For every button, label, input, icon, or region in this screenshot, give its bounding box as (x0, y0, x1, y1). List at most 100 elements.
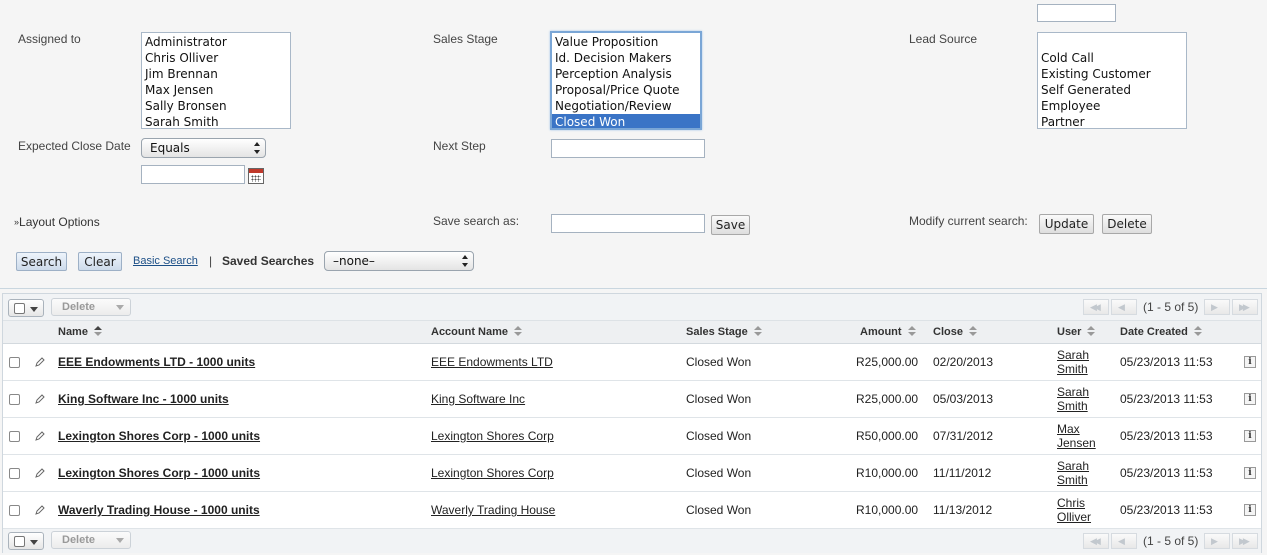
user-last-name: Smith (1057, 399, 1088, 413)
sales-stage-option[interactable]: Id. Decision Makers (552, 50, 700, 66)
page-count: (1 - 5 of 5) (1143, 300, 1199, 314)
separator: | (209, 254, 213, 268)
column-header-date-created[interactable]: Date Created (1120, 326, 1202, 338)
pencil-icon[interactable] (34, 393, 46, 405)
lead-source-option[interactable] (1038, 34, 1186, 50)
user-link[interactable]: Sarah Smith (1057, 459, 1089, 487)
assigned-to-listbox[interactable]: Administrator Chris Olliver Jim Brennan … (141, 32, 291, 129)
amount-cell: R25,000.00 (856, 355, 919, 369)
sales-stage-cell: Closed Won (686, 466, 752, 480)
user-link[interactable]: Chris Olliver (1057, 496, 1091, 524)
row-checkbox[interactable] (9, 357, 20, 368)
update-search-button[interactable]: Update (1039, 214, 1094, 234)
assigned-to-option[interactable]: Max Jensen (142, 82, 290, 98)
info-icon[interactable]: i (1244, 467, 1256, 479)
lead-source-option[interactable]: Employee (1038, 98, 1186, 114)
next-step-input[interactable] (551, 139, 705, 158)
info-icon[interactable]: i (1244, 430, 1256, 442)
column-header-name[interactable]: Name (58, 326, 102, 338)
sales-stage-listbox[interactable]: Value Proposition Id. Decision Makers Pe… (550, 31, 702, 130)
column-header-sales-stage[interactable]: Sales Stage (686, 326, 762, 338)
account-name-link[interactable]: Lexington Shores Corp (431, 466, 554, 480)
account-name-link[interactable]: King Software Inc (431, 392, 525, 406)
sales-stage-label: Sales Stage (433, 32, 498, 46)
sales-stage-option[interactable]: Negotiation/Review (552, 98, 700, 114)
sales-stage-option[interactable]: Perception Analysis (552, 66, 700, 82)
user-link[interactable]: Sarah Smith (1057, 348, 1089, 376)
sort-icon (753, 326, 762, 336)
next-page-button[interactable]: ▶ (1204, 533, 1230, 549)
sales-stage-option-selected[interactable]: Closed Won (552, 114, 700, 128)
info-icon[interactable]: i (1244, 393, 1256, 405)
close-date-cell: 11/13/2012 (933, 503, 993, 517)
row-checkbox[interactable] (9, 431, 20, 442)
previous-page-button[interactable]: ◀ (1111, 299, 1137, 315)
expected-close-date-input[interactable] (141, 165, 245, 184)
column-header-user[interactable]: User (1057, 326, 1096, 338)
user-link[interactable]: Sarah Smith (1057, 385, 1089, 413)
next-page-button[interactable]: ▶ (1204, 299, 1230, 315)
layout-options-toggle[interactable]: »Layout Options (14, 215, 100, 229)
saved-searches-select[interactable]: –none– (324, 251, 474, 271)
assigned-to-option[interactable]: Jim Brennan (142, 66, 290, 82)
opportunity-name-link[interactable]: EEE Endowments LTD - 1000 units (58, 355, 255, 369)
account-name-link[interactable]: Waverly Trading House (431, 503, 555, 517)
calendar-icon[interactable] (248, 168, 264, 184)
first-page-button[interactable]: ◀◀ (1083, 533, 1109, 549)
search-button[interactable]: Search (16, 252, 67, 271)
account-name-link[interactable]: Lexington Shores Corp (431, 429, 554, 443)
list-toolbar-bottom: Delete ◀◀ ◀ (1 - 5 of 5) ▶ ▶▶ (3, 529, 1261, 553)
first-page-button[interactable]: ◀◀ (1083, 299, 1109, 315)
lead-source-listbox[interactable]: Cold Call Existing Customer Self Generat… (1037, 32, 1187, 129)
sales-stage-option[interactable]: Value Proposition (552, 34, 700, 50)
last-page-icon: ▶▶ (1239, 302, 1250, 312)
amount-cell: R50,000.00 (856, 429, 919, 443)
lead-source-option[interactable]: Partner (1038, 114, 1186, 128)
column-header-close[interactable]: Close (933, 326, 977, 338)
mass-delete-button[interactable]: Delete (51, 531, 131, 549)
last-page-button[interactable]: ▶▶ (1232, 299, 1258, 315)
user-first-name: Sarah (1057, 459, 1090, 473)
assigned-to-option[interactable]: Administrator (142, 34, 290, 50)
row-checkbox[interactable] (9, 394, 20, 405)
assigned-to-option[interactable]: Chris Olliver (142, 50, 290, 66)
column-header-amount[interactable]: Amount (860, 326, 916, 338)
basic-search-link[interactable]: Basic Search (133, 255, 198, 267)
row-checkbox[interactable] (9, 505, 20, 516)
sales-stage-cell: Closed Won (686, 355, 752, 369)
pencil-icon[interactable] (34, 356, 46, 368)
previous-page-icon: ◀ (1118, 536, 1125, 546)
previous-page-button[interactable]: ◀ (1111, 533, 1137, 549)
pencil-icon[interactable] (34, 504, 46, 516)
column-header-account-name[interactable]: Account Name (431, 326, 523, 338)
chevron-down-icon (30, 307, 38, 312)
lead-source-option[interactable]: Self Generated (1038, 82, 1186, 98)
select-all-dropdown[interactable] (8, 299, 44, 317)
save-search-as-input[interactable] (551, 214, 705, 233)
last-page-button[interactable]: ▶▶ (1232, 533, 1258, 549)
clear-button[interactable]: Clear (78, 252, 122, 271)
info-icon[interactable]: i (1244, 356, 1256, 368)
row-checkbox[interactable] (9, 468, 20, 479)
user-link[interactable]: Max Jensen (1057, 422, 1096, 450)
assigned-to-option[interactable]: Sally Bronsen (142, 98, 290, 114)
assigned-to-option[interactable]: Sarah Smith (142, 114, 290, 128)
save-search-button[interactable]: Save (711, 215, 750, 235)
pencil-icon[interactable] (34, 430, 46, 442)
sales-stage-option[interactable]: Proposal/Price Quote (552, 82, 700, 98)
lead-source-top-input[interactable] (1037, 4, 1116, 22)
opportunity-name-link[interactable]: Lexington Shores Corp - 1000 units (58, 466, 260, 480)
lead-source-option[interactable]: Existing Customer (1038, 66, 1186, 82)
sort-icon (93, 326, 102, 336)
info-icon[interactable]: i (1244, 504, 1256, 516)
opportunity-name-link[interactable]: Lexington Shores Corp - 1000 units (58, 429, 260, 443)
select-all-dropdown[interactable] (8, 532, 44, 550)
account-name-link[interactable]: EEE Endowments LTD (431, 355, 553, 369)
expected-close-date-operator-select[interactable]: Equals (141, 138, 266, 158)
opportunity-name-link[interactable]: Waverly Trading House - 1000 units (58, 503, 260, 517)
lead-source-option[interactable]: Cold Call (1038, 50, 1186, 66)
opportunity-name-link[interactable]: King Software Inc - 1000 units (58, 392, 229, 406)
pencil-icon[interactable] (34, 467, 46, 479)
mass-delete-button[interactable]: Delete (51, 298, 131, 316)
delete-search-button[interactable]: Delete (1102, 214, 1152, 234)
